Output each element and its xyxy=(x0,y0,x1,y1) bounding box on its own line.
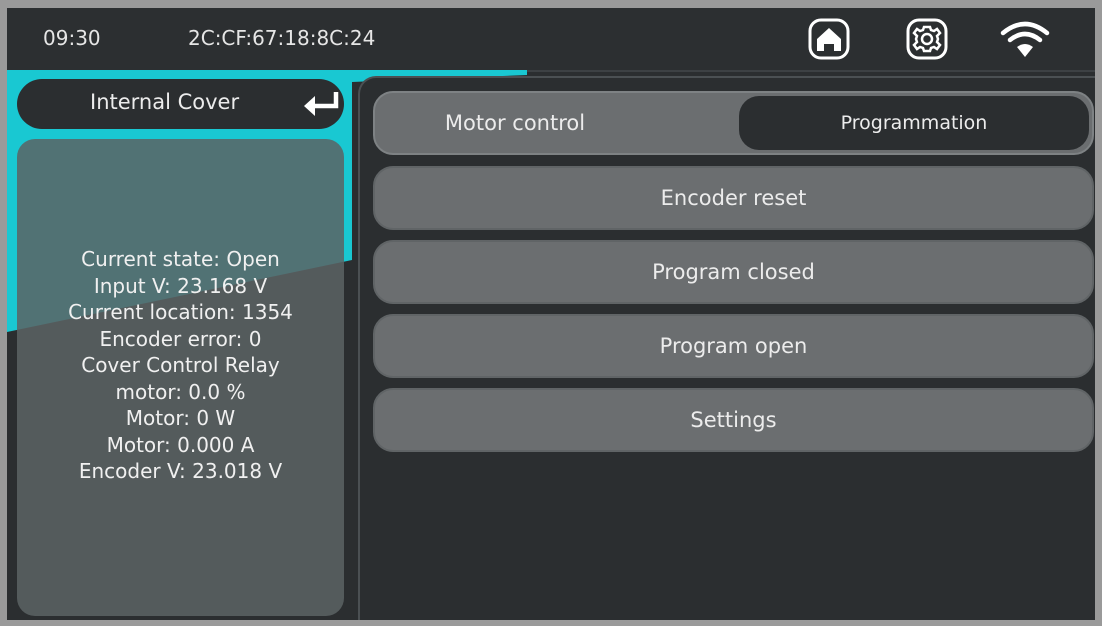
home-icon[interactable] xyxy=(807,17,851,61)
status-info-card: Current state: Open Input V: 23.168 V Curr… xyxy=(17,139,344,616)
device-screen: 09:30 2C:CF:67:18:8C:24 Internal Cover C… xyxy=(7,8,1095,620)
encoder-reset-button[interactable]: Encoder reset xyxy=(373,166,1094,230)
settings-button[interactable]: Settings xyxy=(373,388,1094,452)
program-closed-button[interactable]: Program closed xyxy=(373,240,1094,304)
status-info-line: Motor: 0.000 A xyxy=(106,432,255,457)
status-info-text: Current state: Open Input V: 23.168 V Curr… xyxy=(17,246,344,485)
gear-icon[interactable] xyxy=(905,17,949,61)
back-button-label: Internal Cover xyxy=(90,90,240,114)
status-info-line: Current location: 1354 xyxy=(68,300,293,324)
status-info-line: Current state: Open xyxy=(81,247,280,271)
status-info-line: Cover Control Relay xyxy=(81,353,280,377)
status-info-line: Motor: 0 W xyxy=(125,406,236,430)
status-info-line: motor: 0.0 % xyxy=(115,379,246,404)
status-info-line: Input V: 23.168 V xyxy=(93,273,268,298)
status-info-line: Encoder V: 23.018 V xyxy=(78,459,283,483)
tab-motor-control[interactable]: Motor control xyxy=(375,93,735,153)
status-info-line: Encoder error: 0 xyxy=(99,326,262,351)
clock: 09:30 xyxy=(43,26,101,50)
mode-tabs: Motor control Programmation xyxy=(373,91,1094,155)
return-arrow-icon xyxy=(302,89,346,119)
back-button[interactable]: Internal Cover xyxy=(17,79,344,129)
tab-programmation[interactable]: Programmation xyxy=(739,96,1089,150)
program-open-button[interactable]: Program open xyxy=(373,314,1094,378)
status-bar: 09:30 2C:CF:67:18:8C:24 xyxy=(7,8,1095,72)
mac-address: 2C:CF:67:18:8C:24 xyxy=(188,26,376,50)
wifi-icon[interactable] xyxy=(997,17,1053,61)
